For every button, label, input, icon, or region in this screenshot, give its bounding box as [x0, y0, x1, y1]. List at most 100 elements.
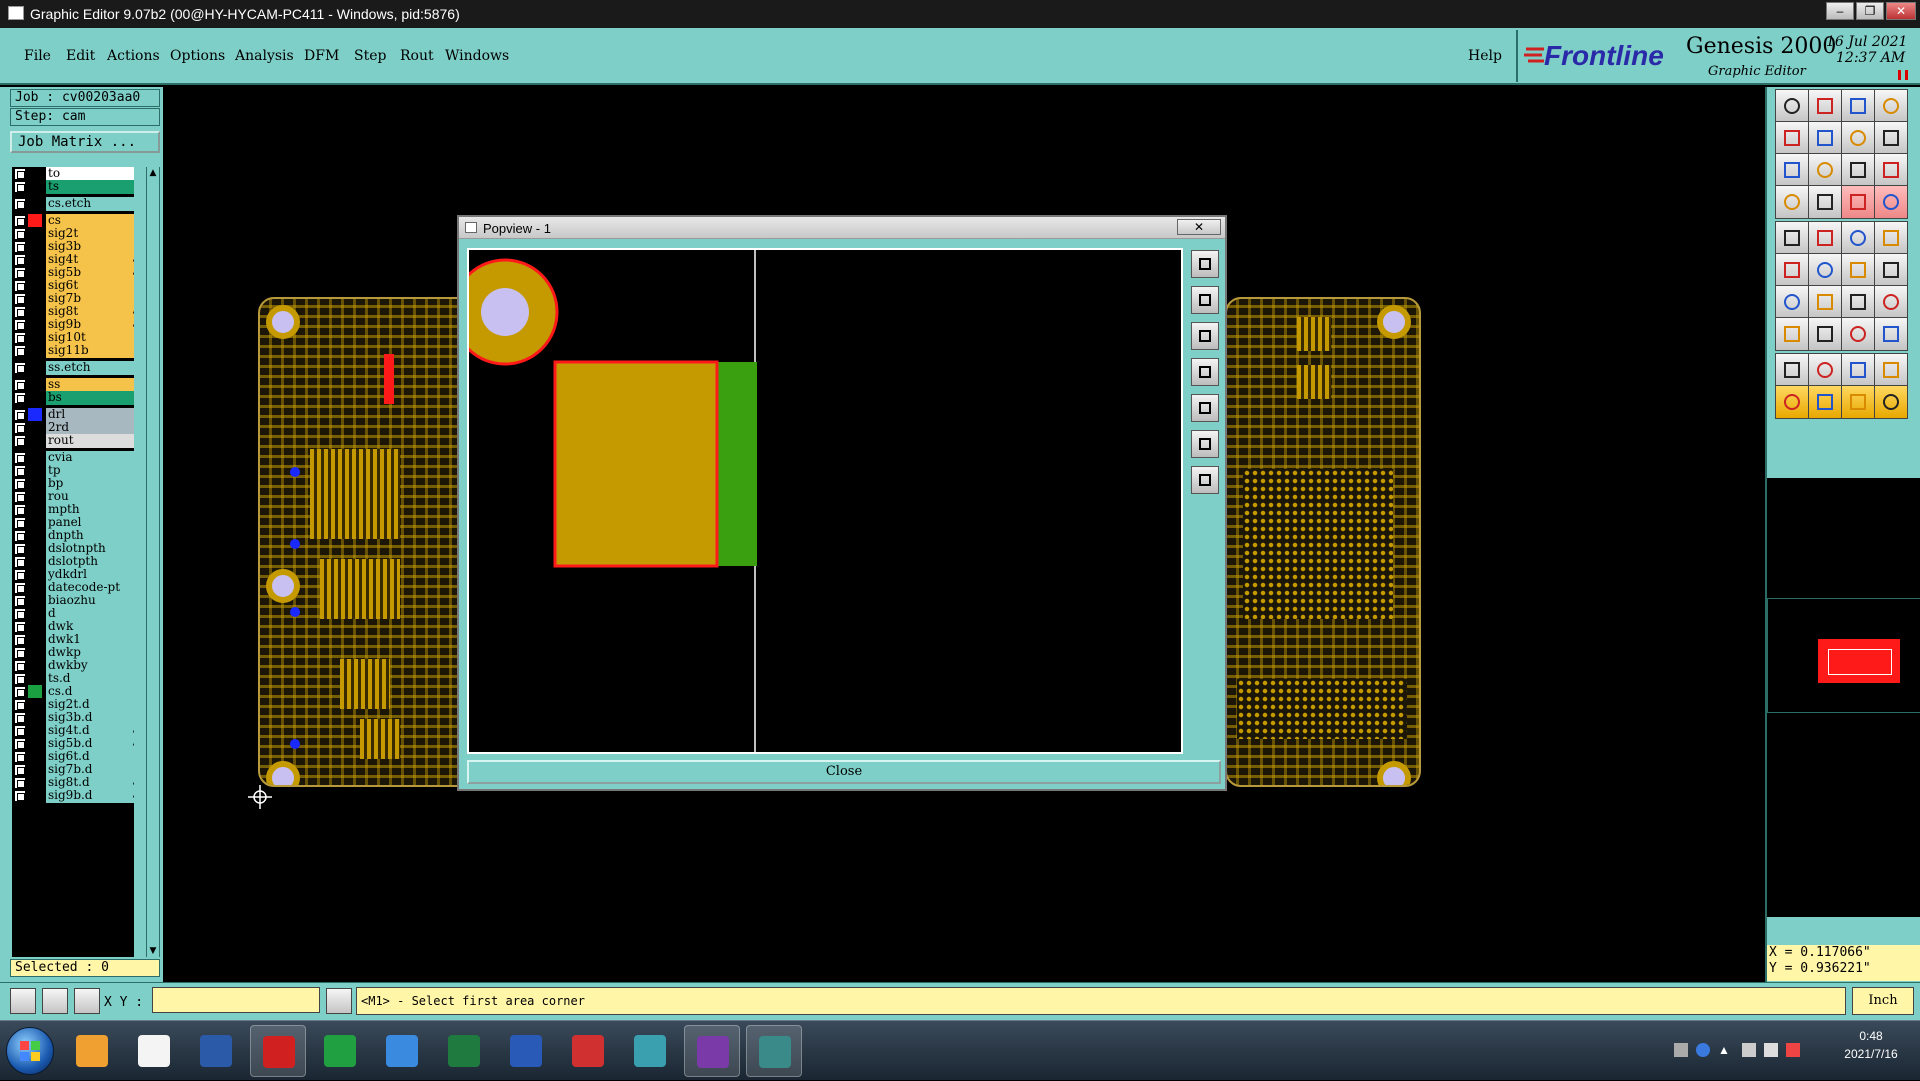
layer-row[interactable]: datecode-pt: [12, 581, 134, 595]
layer-name[interactable]: bp: [46, 477, 134, 491]
flag-icon[interactable]: [1786, 1043, 1800, 1057]
taskbar-popview-button[interactable]: [746, 1025, 802, 1077]
layer-color-swatch[interactable]: [28, 503, 42, 517]
layer-name[interactable]: sig9b↙: [46, 318, 134, 332]
layer-row[interactable]: sig11b: [12, 344, 134, 358]
layer-row[interactable]: dwk: [12, 620, 134, 634]
layer-checkbox[interactable]: [14, 738, 26, 750]
popview-canvas[interactable]: [467, 248, 1183, 754]
layer-row[interactable]: sig8t.d↙: [12, 776, 134, 790]
layer-row[interactable]: sig2t: [12, 227, 134, 241]
layer-name[interactable]: bs: [46, 391, 134, 405]
layer-row[interactable]: sig6t.d: [12, 750, 134, 764]
layer-row[interactable]: bs: [12, 391, 134, 405]
layer-name[interactable]: cvia: [46, 451, 134, 465]
layer-checkbox[interactable]: [14, 790, 26, 802]
volume-icon[interactable]: [1764, 1043, 1778, 1057]
layer-name[interactable]: dwk: [46, 620, 134, 634]
select-net-icon[interactable]: [1775, 253, 1809, 287]
angle-icon[interactable]: [1775, 285, 1809, 319]
menu-help[interactable]: Help: [1468, 48, 1502, 64]
keyboard-icon[interactable]: [1674, 1043, 1688, 1057]
layer-color-swatch[interactable]: [28, 240, 42, 254]
layer-color-swatch[interactable]: [28, 711, 42, 725]
window-icon[interactable]: [1874, 89, 1908, 123]
layer-color-swatch[interactable]: [28, 698, 42, 712]
layer-checkbox[interactable]: [14, 409, 26, 421]
taskbar-notepad-button[interactable]: [126, 1025, 182, 1077]
network-icon[interactable]: [1742, 1043, 1756, 1057]
layer-name[interactable]: sig10t: [46, 331, 134, 345]
layer-checkbox[interactable]: [14, 543, 26, 555]
zoom-area-icon[interactable]: [1775, 153, 1809, 187]
measure-mode-icon[interactable]: [42, 988, 68, 1014]
dash-icon[interactable]: [1808, 317, 1842, 351]
layer-name[interactable]: datecode-pt: [46, 581, 134, 595]
layer-name[interactable]: sig3b.d: [46, 711, 134, 725]
menu-analysis[interactable]: Analysis: [235, 48, 294, 64]
layer-checkbox[interactable]: [14, 362, 26, 374]
curve-icon[interactable]: [1841, 285, 1875, 319]
connect-icon[interactable]: [1841, 253, 1875, 287]
layer-name[interactable]: 2rd: [46, 421, 134, 435]
layer-row[interactable]: dwkby: [12, 659, 134, 673]
layer-row[interactable]: dnpth: [12, 529, 134, 543]
layer-checkbox[interactable]: [14, 764, 26, 776]
layer-name[interactable]: drl: [46, 408, 134, 422]
box-icon[interactable]: [1841, 317, 1875, 351]
split-icon[interactable]: [1874, 285, 1908, 319]
layer-name[interactable]: ss.etch: [46, 361, 134, 375]
layer-row[interactable]: biaozhu: [12, 594, 134, 608]
menu-file[interactable]: File: [24, 48, 51, 64]
tray-arrow-icon[interactable]: ▲: [1718, 1043, 1732, 1057]
layer-checkbox[interactable]: [14, 504, 26, 516]
layer-checkbox[interactable]: [14, 198, 26, 210]
pause-icon[interactable]: [1898, 70, 1908, 80]
layer-color-swatch[interactable]: [28, 227, 42, 241]
pan-right-icon[interactable]: [1191, 394, 1219, 422]
popview-close-x-button[interactable]: ✕: [1177, 219, 1221, 235]
layer-color-swatch[interactable]: [28, 516, 42, 530]
pointer-alt-icon[interactable]: [1808, 385, 1842, 419]
zoom-out-icon[interactable]: [1191, 466, 1219, 494]
layer-row[interactable]: dslotpth: [12, 555, 134, 569]
layer-color-swatch[interactable]: [28, 672, 42, 686]
layer-checkbox[interactable]: [14, 319, 26, 331]
layer-name[interactable]: sig11b: [46, 344, 134, 358]
units-selector[interactable]: Inch: [1852, 987, 1914, 1015]
layer-down-icon[interactable]: [1808, 89, 1842, 123]
layer-row[interactable]: sig8t↙: [12, 305, 134, 319]
start-button[interactable]: [6, 1027, 54, 1075]
pan-down-icon[interactable]: [1191, 322, 1219, 350]
layer-row[interactable]: ts.d: [12, 672, 134, 686]
pan-right-icon[interactable]: [1808, 121, 1842, 155]
layer-row[interactable]: sig5b.d↙: [12, 737, 134, 751]
layer-color-swatch[interactable]: [28, 167, 42, 181]
layer-color-swatch[interactable]: [28, 421, 42, 435]
taskbar-pads-button[interactable]: [312, 1025, 368, 1077]
taskbar-pdf-button[interactable]: [560, 1025, 616, 1077]
layer-name[interactable]: dwkby: [46, 659, 134, 673]
help-icon[interactable]: [1874, 153, 1908, 187]
home-view-icon[interactable]: [1841, 89, 1875, 123]
layer-checkbox[interactable]: [14, 725, 26, 737]
layer-color-swatch[interactable]: [28, 477, 42, 491]
layer-name[interactable]: sig9b.d↙: [46, 789, 134, 803]
layer-row[interactable]: sig4t.d↙: [12, 724, 134, 738]
minimize-button[interactable]: –: [1826, 2, 1854, 20]
layer-checkbox[interactable]: [14, 435, 26, 447]
pan-left-icon[interactable]: [1191, 358, 1219, 386]
layer-name[interactable]: sig7b.d: [46, 763, 134, 777]
layer-checkbox[interactable]: [14, 608, 26, 620]
layer-checkbox[interactable]: [14, 660, 26, 672]
layer-checkbox[interactable]: [14, 345, 26, 357]
layer-list-scrollbar[interactable]: ▲ ▼: [146, 167, 160, 957]
layer-row[interactable]: bp: [12, 477, 134, 491]
layer-name[interactable]: sig4t.d↙: [46, 724, 134, 738]
scroll-up-icon[interactable]: ▲: [147, 167, 159, 179]
layer-row[interactable]: sig3b.d: [12, 711, 134, 725]
layer-checkbox[interactable]: [14, 379, 26, 391]
layer-color-swatch[interactable]: [28, 318, 42, 332]
measure-icon[interactable]: [1775, 185, 1809, 219]
layer-row[interactable]: tp: [12, 464, 134, 478]
